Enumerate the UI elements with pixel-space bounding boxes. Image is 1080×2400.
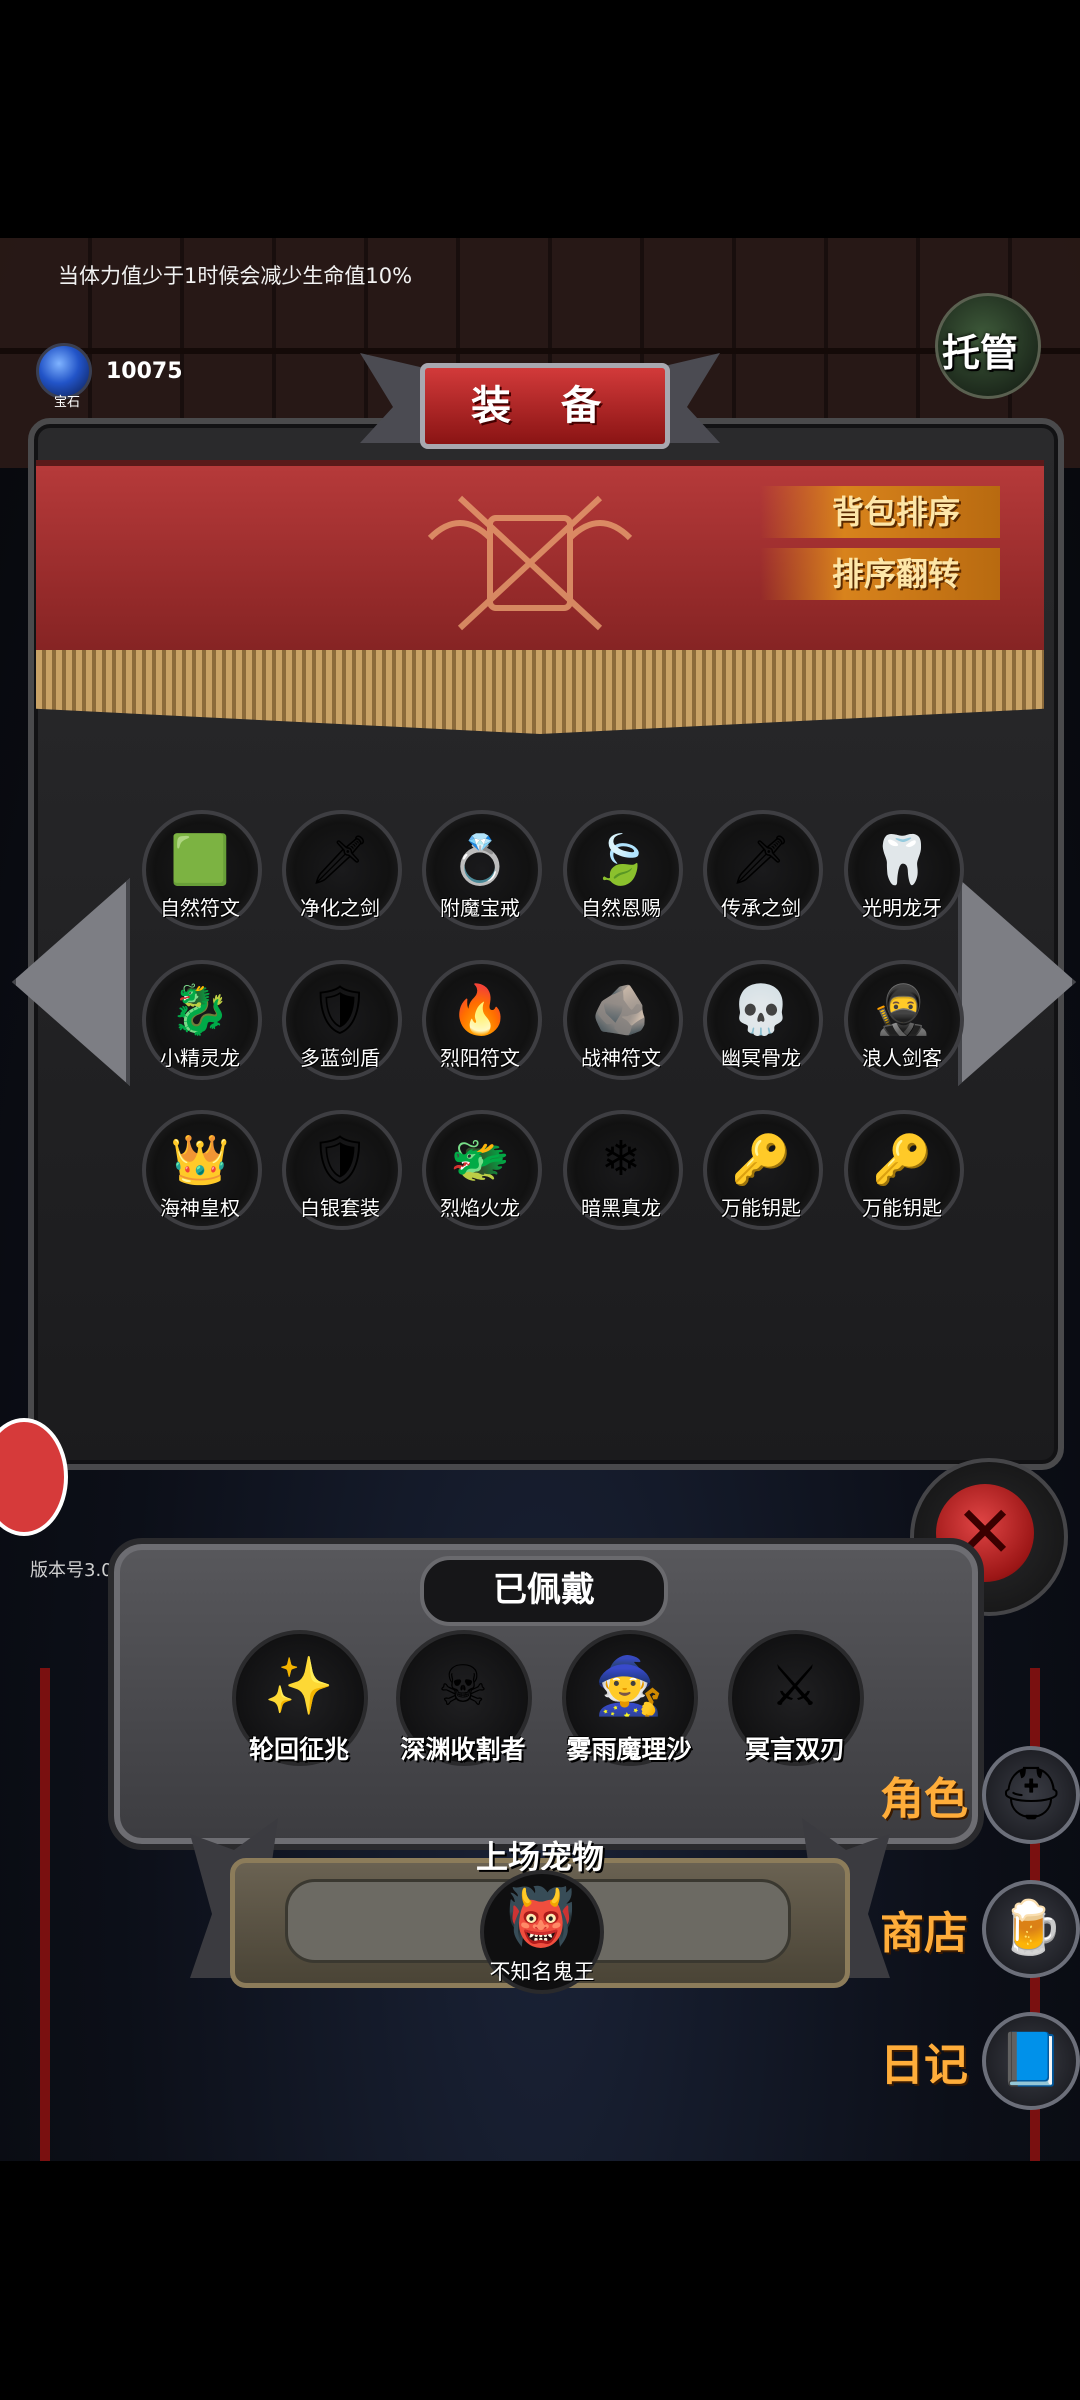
gem-label: 宝石 [54, 395, 81, 410]
equipped-title: 已佩戴 [420, 1556, 668, 1626]
game-screen: 当体力值少于1时候会减少生命值10% 宝石 10075 托管 背包排序 排序翻转… [0, 238, 1080, 2161]
diary-menu-button[interactable]: 日记 📘 [880, 2012, 1080, 2110]
auto-play-label: 托管 [942, 331, 1019, 375]
character-label: 角色 [880, 1774, 968, 1825]
equipment-slot[interactable]: 🛡 白银套装 [282, 1110, 402, 1230]
gem-count: 10075 [106, 358, 183, 384]
book-icon: 📘 [982, 2012, 1080, 2110]
slot-label: 传承之剑 [721, 896, 801, 920]
slot-label: 小精灵龙 [160, 1046, 240, 1070]
character-menu-button[interactable]: 角色 ⛑ [880, 1746, 1080, 1844]
equipment-slot[interactable]: ❄ 暗黑真龙 [563, 1110, 683, 1230]
beer-mug-icon: 🍺 [982, 1880, 1080, 1978]
equipment-slot[interactable]: 🐉 小精灵龙 [142, 960, 262, 1080]
crossed-swords-crest-icon [427, 495, 633, 631]
slot-label: 战神符文 [581, 1046, 661, 1070]
equipped-slot[interactable]: ✨ 轮回征兆 [232, 1630, 368, 1766]
auto-play-button[interactable]: 托管 [935, 293, 1041, 399]
reaper-icon: ☠ [437, 1653, 489, 1719]
equipped-slot[interactable]: ⚔ 冥言双刃 [728, 1630, 864, 1766]
gem-counter: 宝石 10075 [36, 343, 183, 410]
fang-icon: 🦷 [872, 831, 932, 888]
equipment-slot[interactable]: 🟩 自然符文 [142, 810, 262, 930]
pet-name: 不知名鬼王 [489, 1960, 595, 1984]
rune-icon: 🪨 [591, 981, 651, 1038]
slot-label: 烈阳符文 [440, 1046, 520, 1070]
slot-label: 多蓝剑盾 [300, 1046, 380, 1070]
slot-label: 净化之剑 [300, 896, 380, 920]
equipped-label: 深渊收割者 [400, 1735, 526, 1764]
equipment-slot[interactable]: 🔥 烈阳符文 [422, 960, 542, 1080]
bag-sort-button[interactable]: 背包排序 [760, 486, 1000, 538]
stamina-notice: 当体力值少于1时候会减少生命值10% [58, 264, 413, 288]
ring-icon: 💍 [450, 831, 510, 888]
shield-icon: 🛡 [309, 981, 371, 1038]
ghost-king-icon: 👹 [506, 1885, 576, 1950]
slot-label: 浪人剑客 [862, 1046, 942, 1070]
ice-dragon-icon: ❄ [600, 1131, 642, 1187]
slot-label: 万能钥匙 [862, 1196, 942, 1220]
slot-label: 自然恩赐 [581, 896, 661, 920]
slot-label: 万能钥匙 [721, 1196, 801, 1220]
armor-icon: 🛡 [309, 1131, 371, 1188]
green-leaf-icon: 🍃 [591, 831, 651, 888]
equipment-slot[interactable]: 🦷 光明龙牙 [844, 810, 964, 930]
frame-left-trim [40, 1668, 50, 2161]
equipped-slot[interactable]: ☠ 深渊收割者 [396, 1630, 532, 1766]
helmet-icon: ⛑ [982, 1746, 1080, 1844]
swordsman-icon: 🥷 [872, 981, 932, 1038]
equipment-slot[interactable]: 🐲 烈焰火龙 [422, 1110, 542, 1230]
key-icon: 🔑 [731, 1131, 791, 1188]
slot-label: 海神皇权 [160, 1196, 240, 1220]
slot-label: 自然符文 [160, 896, 240, 920]
key-icon: 🔑 [872, 1131, 932, 1188]
equipment-slot[interactable]: 🗡 传承之剑 [703, 810, 823, 930]
equipped-label: 冥言双刃 [744, 1735, 845, 1764]
slot-label: 光明龙牙 [862, 896, 942, 920]
equipped-label: 雾雨魔理沙 [566, 1735, 692, 1764]
sword-icon: 🗡 [309, 831, 371, 888]
dragon-icon: 🐉 [170, 981, 230, 1038]
crown-icon: 👑 [170, 1131, 230, 1188]
diary-label: 日记 [880, 2040, 968, 2091]
equipment-title: 装 备 [420, 363, 670, 449]
shop-label: 商店 [880, 1908, 968, 1959]
fire-dragon-icon: 🐲 [450, 1131, 510, 1188]
equipment-slot[interactable]: 🔑 万能钥匙 [703, 1110, 823, 1230]
dual-blade-icon: ⚔ [769, 1653, 821, 1719]
shop-menu-button[interactable]: 商店 🍺 [880, 1880, 1080, 1978]
bone-dragon-icon: 💀 [731, 981, 791, 1038]
sword-icon: 🗡 [730, 831, 792, 888]
green-rune-icon: 🟩 [170, 831, 230, 888]
equipment-slot[interactable]: 🥷 浪人剑客 [844, 960, 964, 1080]
slot-label: 暗黑真龙 [581, 1196, 661, 1220]
equipment-slot[interactable]: 🪨 战神符文 [563, 960, 683, 1080]
pet-slot[interactable]: 👹 不知名鬼王 [480, 1870, 604, 1994]
equipment-slot[interactable]: 👑 海神皇权 [142, 1110, 262, 1230]
sort-reverse-button[interactable]: 排序翻转 [760, 548, 1000, 600]
equipment-slot[interactable]: 🔑 万能钥匙 [844, 1110, 964, 1230]
equipment-slot[interactable]: 💀 幽冥骨龙 [703, 960, 823, 1080]
ice-staff-icon: ✨ [264, 1654, 334, 1719]
equipment-slot[interactable]: 🗡 净化之剑 [282, 810, 402, 930]
equipment-slot[interactable]: 🛡 多蓝剑盾 [282, 960, 402, 1080]
slot-label: 附魔宝戒 [440, 896, 520, 920]
equipment-slot[interactable]: 🍃 自然恩赐 [563, 810, 683, 930]
witch-icon: 🧙 [594, 1654, 664, 1719]
slot-label: 幽冥骨龙 [721, 1046, 801, 1070]
slot-label: 白银套装 [300, 1196, 380, 1220]
equipment-slot[interactable]: 💍 附魔宝戒 [422, 810, 542, 930]
slot-label: 烈焰火龙 [440, 1196, 520, 1220]
fire-rune-icon: 🔥 [450, 981, 510, 1038]
equipped-slot[interactable]: 🧙 雾雨魔理沙 [562, 1630, 698, 1766]
